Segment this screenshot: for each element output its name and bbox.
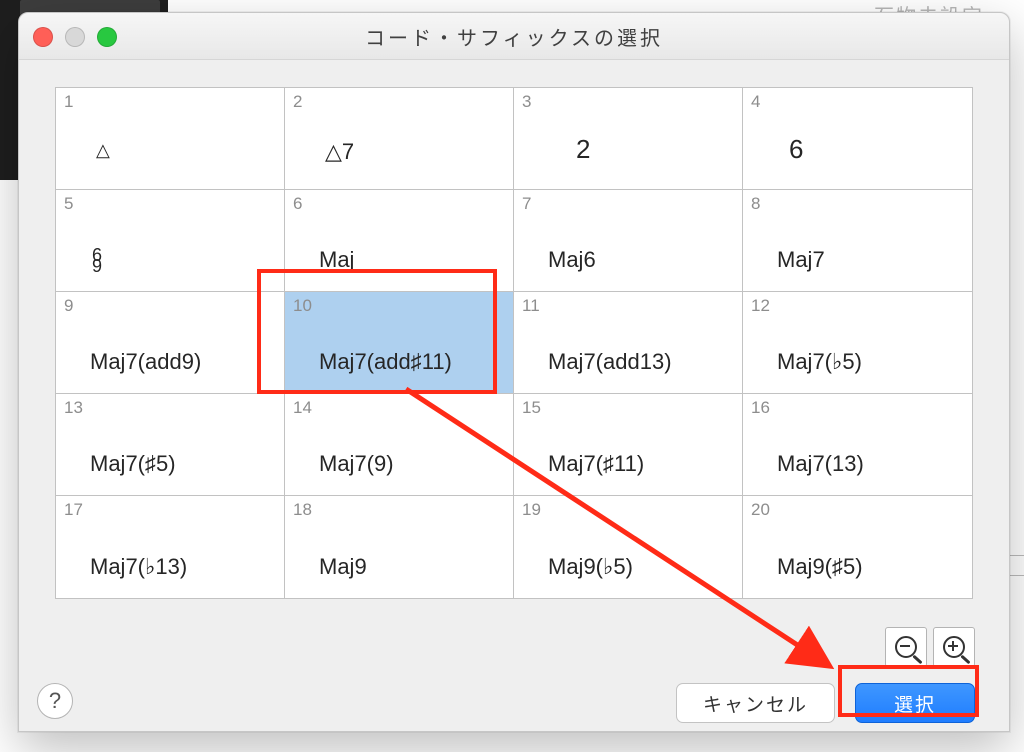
traffic-lights [33, 27, 117, 47]
cell-label: Maj7(♯11) [548, 451, 644, 477]
cell-number: 12 [751, 296, 770, 316]
help-button[interactable]: ? [37, 683, 73, 719]
cell-label: Maj7(add13) [548, 349, 672, 375]
cell-number: 4 [751, 92, 760, 112]
suffix-cell[interactable]: 7 Maj6 [514, 190, 743, 292]
zoom-in-icon [943, 636, 965, 658]
cell-label: Maj7(9) [319, 451, 394, 477]
cell-label: 6 [789, 134, 803, 165]
suffix-cell[interactable]: 20 Maj9(♯5) [743, 496, 972, 598]
suffix-cell[interactable]: 8 Maj7 [743, 190, 972, 292]
suffix-cell[interactable]: 13 Maj7(♯5) [56, 394, 285, 496]
cell-label: Maj7(13) [777, 451, 864, 477]
cell-number: 15 [522, 398, 541, 418]
zoom-in-button[interactable] [933, 627, 975, 667]
suffix-cell[interactable]: 9 Maj7(add9) [56, 292, 285, 394]
dialog-buttons: キャンセル 選択 [676, 683, 975, 723]
suffix-cell-selected[interactable]: 10 Maj7(add♯11) [285, 292, 514, 394]
cell-number: 7 [522, 194, 531, 214]
cell-label: 69 [92, 250, 102, 273]
zoom-controls [885, 627, 975, 667]
suffix-grid: 1 △ 2 △7 3 2 4 6 5 69 6 Maj [55, 87, 973, 599]
cell-number: 13 [64, 398, 83, 418]
suffix-cell[interactable]: 17 Maj7(♭13) [56, 496, 285, 598]
cell-number: 9 [64, 296, 73, 316]
minimize-icon [65, 27, 85, 47]
zoom-out-icon [895, 636, 917, 658]
cell-number: 18 [293, 500, 312, 520]
zoom-window-icon[interactable] [97, 27, 117, 47]
cancel-button[interactable]: キャンセル [676, 683, 835, 723]
titlebar: コード・サフィックスの選択 [19, 13, 1009, 60]
cell-number: 14 [293, 398, 312, 418]
cell-number: 6 [293, 194, 302, 214]
suffix-grid-inner: 1 △ 2 △7 3 2 4 6 5 69 6 Maj [56, 88, 972, 598]
cell-number: 11 [522, 296, 540, 316]
suffix-cell[interactable]: 18 Maj9 [285, 496, 514, 598]
cell-label: Maj9 [319, 554, 367, 580]
cell-label: 2 [576, 134, 590, 165]
suffix-cell[interactable]: 19 Maj9(♭5) [514, 496, 743, 598]
cell-label: Maj7(add♯11) [319, 349, 452, 375]
suffix-cell[interactable]: 1 △ [56, 88, 285, 190]
cell-label: Maj7 [777, 247, 825, 273]
suffix-cell[interactable]: 6 Maj [285, 190, 514, 292]
suffix-cell[interactable]: 2 △7 [285, 88, 514, 190]
cell-label: Maj [319, 247, 354, 273]
cell-number: 20 [751, 500, 770, 520]
cell-number: 3 [522, 92, 531, 112]
cell-label: Maj9(♯5) [777, 554, 863, 580]
suffix-cell[interactable]: 15 Maj7(♯11) [514, 394, 743, 496]
cell-number: 10 [293, 296, 312, 316]
suffix-cell[interactable]: 16 Maj7(13) [743, 394, 972, 496]
suffix-cell[interactable]: 14 Maj7(9) [285, 394, 514, 496]
suffix-cell[interactable]: 5 69 [56, 190, 285, 292]
cell-number: 5 [64, 194, 73, 214]
suffix-cell[interactable]: 12 Maj7(♭5) [743, 292, 972, 394]
dialog-title: コード・サフィックスの選択 [365, 22, 663, 51]
cell-number: 1 [64, 92, 73, 112]
cell-label: Maj7(♭13) [90, 554, 187, 580]
cell-label: Maj6 [548, 247, 596, 273]
cell-label: Maj7(♯5) [90, 451, 176, 477]
select-button[interactable]: 選択 [855, 683, 975, 723]
suffix-cell[interactable]: 3 2 [514, 88, 743, 190]
cell-label: Maj9(♭5) [548, 554, 633, 580]
cell-number: 17 [64, 500, 83, 520]
close-icon[interactable] [33, 27, 53, 47]
suffix-cell[interactable]: 4 6 [743, 88, 972, 190]
cell-label: Maj7(♭5) [777, 349, 862, 375]
cell-label: △7 [325, 139, 354, 165]
suffix-cell[interactable]: 11 Maj7(add13) [514, 292, 743, 394]
cell-number: 8 [751, 194, 760, 214]
cell-label: △ [96, 140, 110, 161]
cell-number: 19 [522, 500, 541, 520]
cell-number: 2 [293, 92, 302, 112]
dialog-chord-suffix: コード・サフィックスの選択 1 △ 2 △7 3 2 4 6 5 69 [18, 12, 1010, 732]
cell-label: Maj7(add9) [90, 349, 201, 375]
zoom-out-button[interactable] [885, 627, 927, 667]
cell-number: 16 [751, 398, 770, 418]
